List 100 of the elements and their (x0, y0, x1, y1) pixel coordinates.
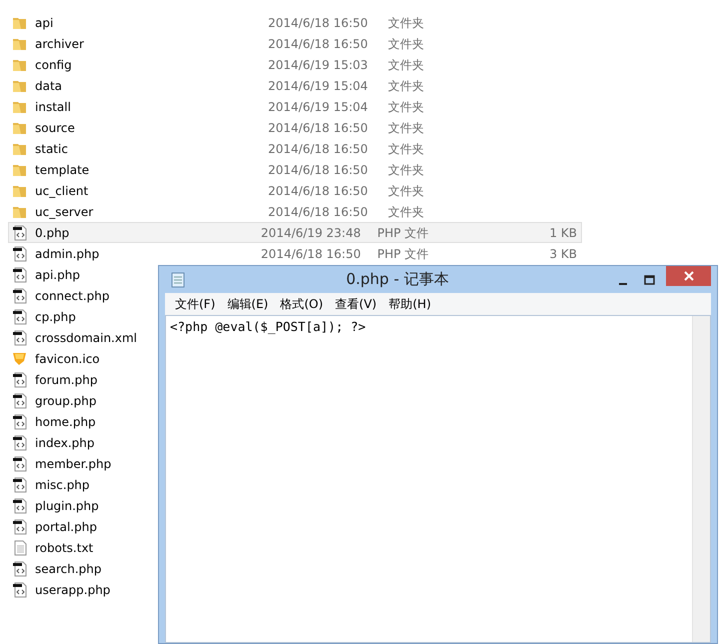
file-name: forum.php (35, 372, 98, 388)
file-name: uc_server (35, 204, 94, 220)
modified-date: 2014/6/18 16:50 (268, 120, 369, 136)
script-file-icon (12, 392, 28, 408)
file-name: config (35, 56, 73, 74)
file-name: misc.php (35, 476, 90, 494)
script-file-icon (12, 434, 28, 450)
file-name: archiver (35, 36, 85, 52)
file-name: crossdomain.xml (35, 330, 137, 346)
file-row[interactable]: cp.php (8, 306, 81, 327)
script-file-icon (12, 456, 28, 472)
file-name: template (35, 162, 90, 178)
file-row[interactable]: group.php (8, 390, 102, 411)
file-row[interactable]: home.php (8, 411, 101, 432)
script-file-icon (12, 224, 28, 240)
file-row[interactable]: template 2014/6/18 16:50 文件夹 (8, 159, 582, 180)
menu-item[interactable]: 格式(O) (274, 295, 330, 313)
file-row[interactable]: admin.php 2014/6/18 16:50 PHP 文件 3 KB (8, 243, 582, 264)
file-type: 文件夹 (388, 78, 425, 94)
file-row[interactable]: plugin.php (8, 495, 104, 516)
file-name: cp.php (35, 308, 76, 326)
menu-item[interactable]: 编辑(E) (221, 295, 274, 313)
file-row[interactable]: config 2014/6/19 15:03 文件夹 (8, 54, 582, 75)
file-row[interactable]: uc_server 2014/6/18 16:50 文件夹 (8, 201, 582, 222)
modified-date: 2014/6/18 16:50 (268, 36, 369, 52)
file-row[interactable]: static 2014/6/18 16:50 文件夹 (8, 138, 582, 159)
script-file-icon (12, 582, 28, 598)
file-row[interactable]: robots.txt (8, 537, 98, 558)
file-row[interactable]: api.php (8, 264, 85, 285)
script-file-icon (12, 498, 28, 514)
modified-date: 2014/6/19 15:04 (268, 78, 369, 94)
script-file-icon (12, 288, 28, 304)
file-name: group.php (35, 392, 97, 410)
file-row[interactable]: 0.php 2014/6/19 23:48 PHP 文件 1 KB (8, 222, 582, 243)
file-type: PHP 文件 (377, 246, 430, 262)
file-name: portal.php (35, 518, 97, 536)
file-row[interactable]: forum.php (8, 369, 102, 390)
file-type: 文件夹 (388, 182, 425, 200)
file-row[interactable]: api 2014/6/18 16:50 文件夹 (8, 12, 582, 33)
file-name: favicon.ico (35, 350, 100, 368)
file-row[interactable]: favicon.ico (8, 348, 105, 369)
script-file-icon (12, 308, 28, 324)
menu-item[interactable]: 查看(V) (329, 295, 383, 313)
file-name: api.php (35, 266, 80, 284)
modified-date: 2014/6/18 16:50 (268, 140, 369, 158)
file-name: index.php (35, 434, 94, 452)
file-name: api (35, 14, 54, 32)
script-file-icon (12, 372, 28, 388)
file-row[interactable]: index.php (8, 432, 100, 453)
file-size: 1 KB (548, 224, 578, 242)
file-name: install (35, 98, 72, 116)
script-file-icon (12, 246, 28, 262)
file-row[interactable]: data 2014/6/19 15:04 文件夹 (8, 75, 582, 96)
script-file-icon (12, 476, 28, 492)
file-type: 文件夹 (388, 204, 425, 220)
modified-date: 2014/6/18 16:50 (268, 182, 369, 200)
file-row[interactable]: install 2014/6/19 15:04 文件夹 (8, 96, 582, 117)
file-name: search.php (35, 560, 102, 578)
file-size: 3 KB (548, 246, 578, 262)
file-row[interactable]: source 2014/6/18 16:50 文件夹 (8, 117, 582, 138)
modified-date: 2014/6/18 16:50 (268, 204, 369, 220)
script-file-icon (12, 560, 28, 576)
text-file-icon (12, 540, 28, 556)
file-row[interactable]: portal.php (8, 516, 102, 537)
menu-item[interactable]: 文件(F) (169, 295, 222, 313)
file-row[interactable]: member.php (8, 453, 116, 474)
file-name: plugin.php (35, 498, 99, 514)
modified-date: 2014/6/19 15:04 (268, 98, 369, 116)
file-row[interactable]: connect.php (8, 285, 114, 306)
file-name: connect.php (35, 288, 110, 304)
file-row[interactable]: search.php (8, 558, 107, 579)
window-title: 0.php - 记事本 (345, 269, 450, 290)
file-name: data (35, 78, 64, 94)
maximize-icon (644, 274, 654, 284)
file-type: 文件夹 (388, 162, 425, 178)
file-row[interactable]: uc_client 2014/6/18 16:50 文件夹 (8, 180, 582, 201)
file-name: userapp.php (35, 582, 110, 598)
file-name: home.php (35, 414, 96, 430)
file-name: member.php (35, 456, 112, 472)
file-name: uc_client (35, 182, 90, 200)
file-row[interactable]: crossdomain.xml (8, 327, 142, 348)
close-button[interactable] (666, 266, 711, 286)
file-type: PHP 文件 (377, 224, 430, 242)
file-row[interactable]: misc.php (8, 474, 95, 495)
script-file-icon (12, 518, 28, 534)
file-row[interactable]: archiver 2014/6/18 16:50 文件夹 (8, 33, 582, 54)
scrollbar[interactable] (692, 316, 710, 642)
script-file-icon (12, 266, 28, 282)
shield-file-icon (12, 350, 28, 366)
script-file-icon (12, 330, 28, 346)
modified-date: 2014/6/19 15:03 (268, 56, 369, 74)
modified-date: 2014/6/19 23:48 (260, 224, 362, 242)
file-type: 文件夹 (388, 14, 425, 32)
menu-item[interactable]: 帮助(H) (382, 295, 437, 313)
close-icon (684, 271, 694, 281)
file-name: admin.php (35, 246, 100, 262)
file-row[interactable]: userapp.php (8, 579, 116, 600)
file-type: 文件夹 (388, 140, 425, 158)
file-type: 文件夹 (388, 56, 425, 74)
file-type: 文件夹 (388, 120, 425, 136)
